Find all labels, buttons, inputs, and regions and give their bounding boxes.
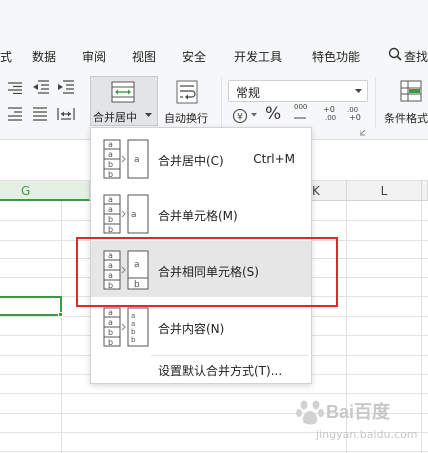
decrease-decimal-icon[interactable]: .00 +0 [347, 104, 367, 122]
watermark-url: jingyan.baidu.com [316, 428, 418, 441]
svg-text:a: a [108, 150, 113, 159]
auto-wrap-icon[interactable] [175, 80, 199, 104]
menu-item-shortcut: Ctrl+M [253, 152, 295, 166]
svg-text:b: b [108, 160, 113, 169]
chevron-down-icon[interactable] [145, 113, 152, 118]
svg-text:.00: .00 [325, 114, 336, 122]
selected-cell[interactable] [0, 296, 62, 316]
grid-line [421, 201, 422, 453]
svg-text:a: a [108, 205, 113, 214]
increase-indent-icon[interactable] [58, 80, 74, 94]
search-icon[interactable] [388, 47, 402, 61]
align-left-icon[interactable] [8, 107, 22, 121]
fill-handle[interactable] [58, 312, 63, 317]
dialog-launcher-icon[interactable] [360, 130, 366, 136]
tab-find[interactable]: 查找 [404, 48, 428, 65]
justify-icon[interactable] [33, 107, 47, 121]
svg-text:a: a [134, 155, 140, 165]
align-right-icon[interactable] [8, 82, 22, 94]
svg-text:b: b [108, 215, 113, 224]
watermark-text: Bai百度 [326, 402, 391, 422]
svg-text:b: b [108, 328, 113, 337]
number-format-select[interactable]: 常规 [228, 80, 368, 102]
decrease-indent-icon[interactable] [33, 80, 49, 94]
column-header-next[interactable] [422, 181, 428, 201]
svg-text:b: b [131, 336, 136, 344]
svg-text:+0: +0 [323, 105, 335, 114]
currency-icon[interactable]: ¥ [232, 108, 248, 124]
tab-developer[interactable]: 开发工具 [234, 48, 282, 65]
merge-center-label: 合并居中 [93, 111, 137, 124]
svg-text:a: a [108, 140, 113, 149]
grid-line [0, 393, 428, 394]
merge-center-icon [111, 81, 135, 103]
ribbon-separator [221, 78, 222, 128]
comma-style-icon [294, 117, 306, 119]
column-header-k[interactable]: K [312, 181, 347, 201]
tab-partial[interactable]: 式 [0, 48, 12, 65]
tab-special[interactable]: 特色功能 [312, 48, 360, 65]
svg-text:a: a [108, 195, 113, 204]
merge-cells-preview-icon: a a b b a [103, 194, 149, 234]
svg-text:a: a [108, 318, 113, 327]
menu-divider [151, 355, 309, 356]
ribbon-separator [375, 78, 376, 128]
grid-line [0, 451, 428, 452]
auto-wrap-label[interactable]: 自动换行 [164, 110, 208, 126]
column-header-l[interactable]: L [347, 181, 422, 201]
tab-review[interactable]: 审阅 [82, 48, 106, 65]
svg-text:b: b [108, 170, 113, 179]
chevron-down-icon[interactable] [251, 113, 257, 117]
menu-tab-bar: 式 数据 审阅 视图 安全 开发工具 特色功能 查找 [0, 36, 428, 70]
tab-security[interactable]: 安全 [182, 48, 206, 65]
distributed-align-icon[interactable] [57, 107, 75, 121]
menu-item-label: 合并居中(C) [158, 154, 224, 168]
menu-item-label: 合并单元格(M) [158, 209, 238, 223]
svg-text:a: a [108, 308, 113, 317]
svg-text:a: a [131, 320, 135, 328]
svg-text:b: b [108, 338, 113, 347]
svg-text:b: b [131, 328, 136, 336]
svg-text:b: b [108, 225, 113, 234]
svg-text:¥: ¥ [237, 113, 243, 123]
grid-line [61, 201, 62, 453]
svg-text:a: a [131, 312, 135, 320]
merge-content-preview-icon: a a b b a a b b [103, 307, 149, 347]
spreadsheet-window: 式 数据 审阅 视图 安全 开发工具 特色功能 查找 合并居中 自动换行 常规 … [0, 0, 428, 453]
percent-style-button[interactable]: % [265, 104, 281, 124]
conditional-format-label[interactable]: 条件格式 [384, 110, 428, 126]
tab-view[interactable]: 视图 [132, 48, 156, 65]
chevron-down-icon [355, 89, 362, 93]
svg-text:+0: +0 [349, 113, 361, 122]
number-format-value: 常规 [236, 86, 261, 100]
svg-text:a: a [131, 210, 137, 220]
menu-item-label: 合并内容(N) [158, 322, 225, 336]
baidu-paw-icon [296, 400, 324, 425]
title-area [0, 0, 428, 40]
column-header-g[interactable]: G [0, 181, 90, 201]
merge-center-preview-icon: a a b b a [103, 139, 149, 179]
comma-style-button[interactable]: 000 [294, 103, 307, 111]
menu-item-merge-center[interactable]: a a b b a 合并居中(C) Ctrl+M [91, 130, 311, 186]
increase-decimal-icon[interactable]: +0 .00 [323, 104, 343, 122]
conditional-format-icon[interactable] [400, 80, 422, 102]
highlight-annotation-box [76, 237, 338, 307]
tab-data[interactable]: 数据 [32, 48, 56, 65]
menu-item-merge-cells[interactable]: a a b b a 合并单元格(M) [91, 185, 311, 241]
menu-item-set-default-merge[interactable]: 设置默认合并方式(T)... [158, 362, 282, 379]
